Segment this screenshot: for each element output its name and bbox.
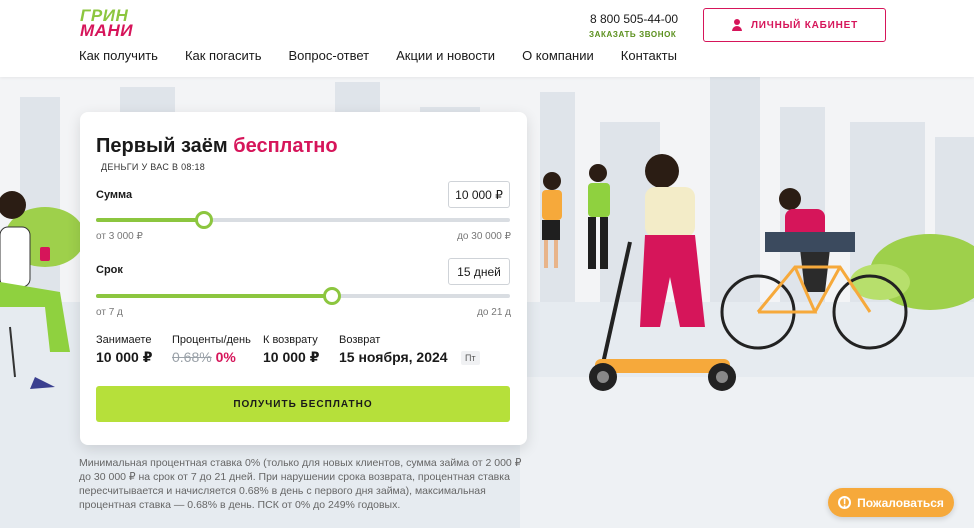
sum-slider-thumb[interactable] (194, 211, 213, 229)
term-input[interactable]: 15 дней (448, 258, 510, 285)
complain-button[interactable]: ! Пожаловаться (828, 488, 954, 517)
sum-max-label: до 30 000 ₽ (457, 231, 511, 242)
user-icon (731, 19, 743, 31)
borrow-value: 10 000 ₽ (96, 349, 153, 365)
get-free-loan-label: ПОЛУЧИТЬ БЕСПЛАТНО (233, 398, 373, 410)
callback-link[interactable]: ЗАКАЗАТЬ ЗВОНОК (589, 30, 676, 39)
repay-label: К возврату (263, 334, 318, 346)
phone-number[interactable]: 8 800 505-44-00 (590, 12, 678, 26)
return-date: 15 ноября, 2024 (339, 349, 448, 365)
money-arrival-time: ДЕНЬГИ У ВАС В 08:18 (101, 162, 206, 172)
personal-cabinet-button[interactable]: ЛИЧНЫЙ КАБИНЕТ (703, 8, 886, 42)
term-slider[interactable] (96, 287, 510, 305)
site-header: ГРИН МАНИ 8 800 505-44-00 ЗАКАЗАТЬ ЗВОНО… (0, 0, 974, 77)
nav-how-to-repay[interactable]: Как погасить (185, 48, 262, 63)
sum-label: Сумма (96, 189, 133, 201)
nav-contacts[interactable]: Контакты (621, 48, 677, 63)
term-slider-fill (96, 294, 332, 298)
logo[interactable]: ГРИН МАНИ (80, 7, 150, 42)
loan-calculator: Первый заём бесплатно ДЕНЬГИ У ВАС В 08:… (80, 112, 527, 445)
rate-label: Проценты/день (172, 334, 251, 346)
rate-old: 0.68% (172, 349, 212, 365)
nav-how-to-get[interactable]: Как получить (79, 48, 158, 63)
alert-icon: ! (838, 496, 852, 509)
term-min-label: от 7 д (96, 307, 123, 318)
personal-cabinet-label: ЛИЧНЫЙ КАБИНЕТ (750, 19, 859, 31)
sum-slider[interactable] (96, 211, 510, 229)
nav-about[interactable]: О компании (522, 48, 594, 63)
sum-slider-fill (96, 218, 204, 222)
term-label: Срок (96, 264, 123, 276)
title-accent: бесплатно (233, 135, 338, 157)
sum-input[interactable]: 10 000 ₽ (448, 181, 510, 208)
get-free-loan-button[interactable]: ПОЛУЧИТЬ БЕСПЛАТНО (96, 386, 510, 422)
return-label: Возврат (339, 334, 381, 346)
rate-value: 0.68% 0% (172, 349, 236, 365)
title-main: Первый заём (96, 135, 228, 157)
main-nav: Как получить Как погасить Вопрос-ответ А… (79, 48, 704, 63)
rate-new: 0% (215, 349, 236, 365)
nav-faq[interactable]: Вопрос-ответ (288, 48, 369, 63)
repay-value: 10 000 ₽ (263, 349, 320, 365)
return-weekday: Пт (461, 351, 480, 365)
disclaimer-text: Минимальная процентная ставка 0% (только… (79, 457, 522, 511)
complain-label: Пожаловаться (857, 495, 944, 510)
calculator-title: Первый заём бесплатно (96, 135, 338, 158)
logo-line-2: МАНИ (80, 21, 133, 40)
sum-min-label: от 3 000 ₽ (96, 231, 143, 242)
borrow-label: Занимаете (96, 334, 152, 346)
term-max-label: до 21 д (477, 307, 511, 318)
term-slider-thumb[interactable] (322, 287, 341, 305)
nav-promos-news[interactable]: Акции и новости (396, 48, 495, 63)
